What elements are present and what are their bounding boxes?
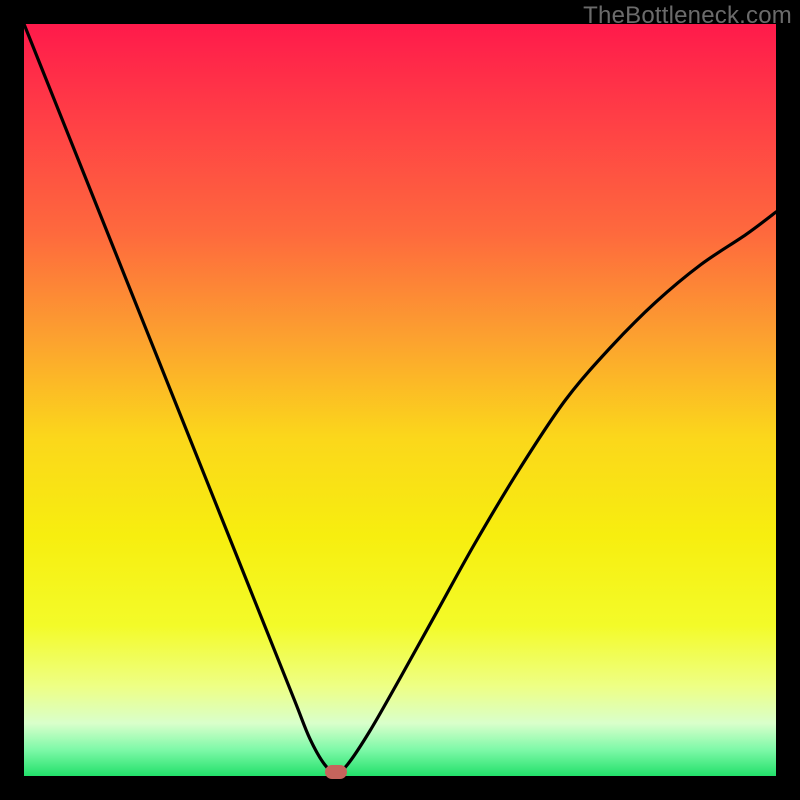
optimal-point-marker <box>325 765 347 779</box>
chart-background <box>24 24 776 776</box>
plot-frame <box>24 24 776 776</box>
bottleneck-chart <box>24 24 776 776</box>
